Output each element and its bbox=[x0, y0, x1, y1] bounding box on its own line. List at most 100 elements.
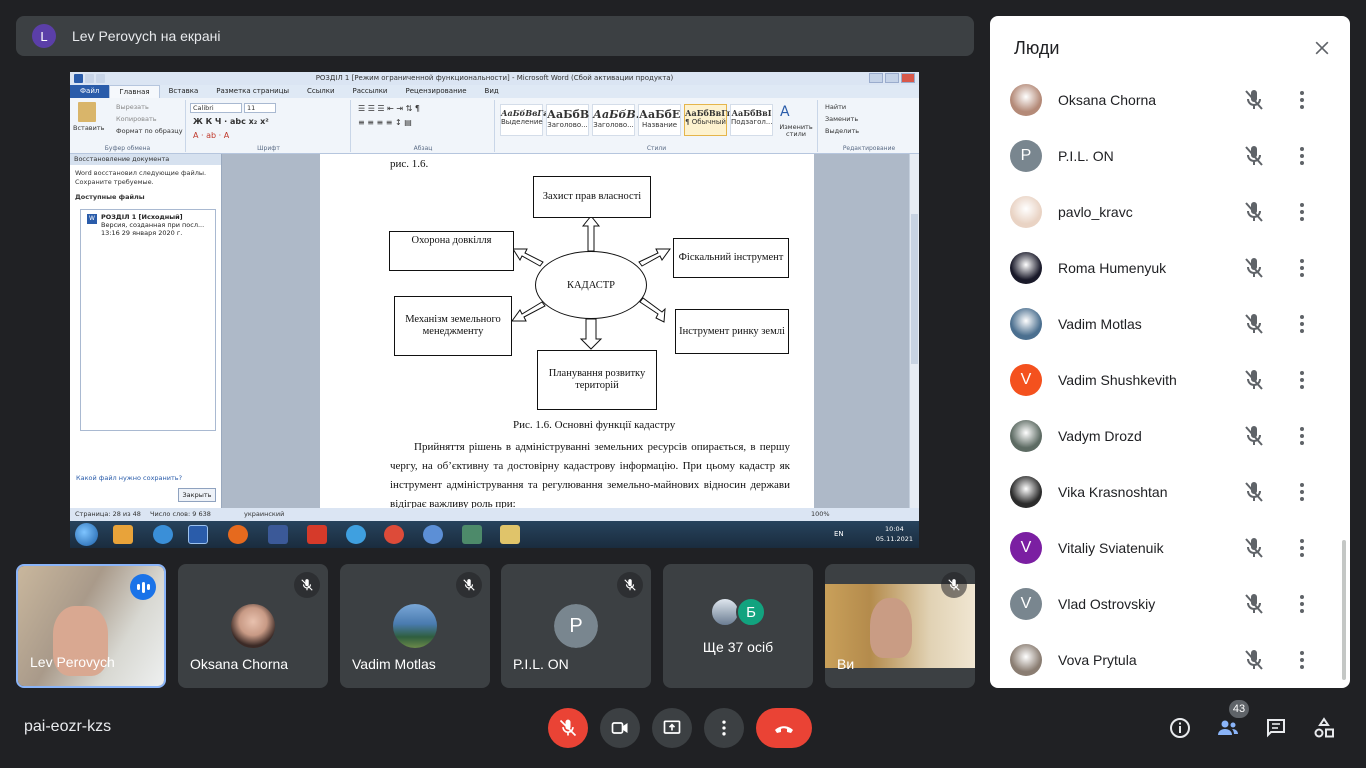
more-vert-icon[interactable] bbox=[1290, 592, 1314, 616]
participant-row[interactable]: Oksana Chorna bbox=[990, 72, 1350, 128]
participant-row[interactable]: P P.I.L. ON bbox=[990, 128, 1350, 184]
document-page: рис. 1.6. КАДАСТР Захист прав власності … bbox=[320, 154, 814, 510]
recovery-text: Word восстановил следующие файлы. Сохран… bbox=[75, 169, 207, 186]
mic-off-icon[interactable] bbox=[1242, 536, 1266, 560]
box-land-market: Інструмент ринку землі bbox=[675, 309, 789, 354]
mic-off-icon[interactable] bbox=[1242, 200, 1266, 224]
ribbon: Вставить Вырезать Копировать Формат по о… bbox=[70, 98, 919, 154]
more-vert-icon[interactable] bbox=[1290, 312, 1314, 336]
participant-row[interactable]: Vika Krasnoshtan bbox=[990, 464, 1350, 520]
more-vert-icon[interactable] bbox=[1290, 480, 1314, 504]
participant-name: Vadim Motlas bbox=[1058, 316, 1142, 332]
tile-name: P.I.L. ON bbox=[513, 656, 569, 672]
more-vert-icon[interactable] bbox=[1290, 648, 1314, 672]
participant-row[interactable]: Vadim Motlas bbox=[990, 296, 1350, 352]
mic-off-icon[interactable] bbox=[1242, 368, 1266, 392]
mic-off-icon[interactable] bbox=[1242, 144, 1266, 168]
chat-button[interactable] bbox=[1260, 712, 1292, 744]
more-vert-icon[interactable] bbox=[1290, 256, 1314, 280]
list-icons: ☰ ☰ ☰ ⇤ ⇥ ⇅ ¶ bbox=[358, 104, 420, 113]
font-size-box: 11 bbox=[244, 103, 276, 113]
avatar bbox=[1010, 84, 1042, 116]
tile-vadim-motlas[interactable]: Vadim Motlas bbox=[340, 564, 490, 688]
maximize-icon bbox=[885, 73, 899, 83]
participant-row[interactable]: Roma Humenyuk bbox=[990, 240, 1350, 296]
mic-off-icon[interactable] bbox=[1242, 256, 1266, 280]
more-vert-icon[interactable] bbox=[1290, 368, 1314, 392]
mic-off-icon[interactable] bbox=[1242, 312, 1266, 336]
mic-off-icon bbox=[617, 572, 643, 598]
tile-self[interactable]: Ви bbox=[825, 564, 975, 688]
firefox-icon bbox=[228, 525, 248, 544]
tile-name: Vadim Motlas bbox=[352, 656, 436, 672]
chrome-icon bbox=[384, 525, 404, 544]
folder-icon bbox=[500, 525, 520, 544]
panel-close-button[interactable] bbox=[1312, 38, 1332, 58]
activities-button[interactable] bbox=[1308, 712, 1340, 744]
mic-off-icon[interactable] bbox=[1242, 480, 1266, 504]
more-vert-icon[interactable] bbox=[1290, 200, 1314, 224]
info-icon bbox=[1170, 718, 1190, 738]
chromium-icon bbox=[423, 525, 443, 544]
participant-row[interactable]: V Vadim Shushkevith bbox=[990, 352, 1350, 408]
participant-name: P.I.L. ON bbox=[1058, 148, 1114, 164]
clock-date: 05.11.2021 bbox=[875, 535, 913, 543]
participant-row[interactable]: Vova Prytula bbox=[990, 632, 1350, 688]
meeting-details-button[interactable] bbox=[1164, 712, 1196, 744]
close-icon bbox=[901, 73, 915, 83]
leave-call-button[interactable] bbox=[756, 708, 812, 748]
tab-layout: Разметка страницы bbox=[216, 87, 289, 95]
status-zoom: 100% bbox=[811, 510, 830, 518]
arrow-down bbox=[579, 318, 603, 350]
more-vert-icon[interactable] bbox=[1290, 144, 1314, 168]
shared-screen: РОЗДІЛ 1 [Режим ограниченной функциональ… bbox=[70, 72, 919, 548]
more-options-button[interactable] bbox=[704, 708, 744, 748]
mic-off-icon[interactable] bbox=[1242, 88, 1266, 112]
participant-name: Vadim Shushkevith bbox=[1058, 372, 1177, 388]
tile-oksana-chorna[interactable]: Oksana Chorna bbox=[178, 564, 328, 688]
box-environment: Охорона довкілля bbox=[389, 231, 514, 271]
speaking-indicator-icon bbox=[130, 574, 156, 600]
arrow-up bbox=[581, 215, 601, 252]
avatar bbox=[1010, 196, 1042, 228]
avatar bbox=[1010, 420, 1042, 452]
tile-pil-on[interactable]: P P.I.L. ON bbox=[501, 564, 651, 688]
paste-label: Вставить bbox=[73, 124, 105, 132]
participant-name: Roma Humenyuk bbox=[1058, 260, 1167, 276]
camera-toggle-button[interactable] bbox=[600, 708, 640, 748]
more-vert-icon[interactable] bbox=[1290, 424, 1314, 448]
tile-more-people[interactable]: Б Ще 37 осіб bbox=[663, 564, 813, 688]
presenter-avatar: L bbox=[32, 24, 56, 48]
participant-row[interactable]: V Vlad Ostrovskiy bbox=[990, 576, 1350, 632]
keyboard-language: EN bbox=[834, 530, 844, 538]
present-button[interactable] bbox=[652, 708, 692, 748]
more-vert-icon[interactable] bbox=[1290, 536, 1314, 560]
copy-label: Копировать bbox=[116, 115, 157, 123]
panel-title: Люди bbox=[1014, 38, 1060, 58]
recovery-file-date: 13:16 29 января 2020 г. bbox=[101, 229, 183, 237]
style-heading1: АаБбВ Заголово... bbox=[546, 104, 589, 136]
media-icon bbox=[113, 525, 133, 544]
mic-off-icon[interactable] bbox=[1242, 424, 1266, 448]
ribbon-tabs: Файл Главная Вставка Разметка страницы С… bbox=[70, 85, 919, 98]
participant-name: Vitaliy Sviatenuik bbox=[1058, 540, 1164, 556]
word-file-icon: W bbox=[87, 214, 97, 224]
avatar-letter: Б bbox=[736, 597, 766, 627]
mic-off-icon[interactable] bbox=[1242, 648, 1266, 672]
search-icon bbox=[153, 525, 173, 544]
status-page: Страница: 28 из 48 bbox=[75, 510, 141, 518]
paste-icon bbox=[78, 102, 96, 122]
participant-row[interactable]: V Vitaliy Sviatenuik bbox=[990, 520, 1350, 576]
mic-off-icon[interactable] bbox=[1242, 592, 1266, 616]
tile-lev-perovych[interactable]: Lev Perovych bbox=[16, 564, 166, 688]
participants-count-badge: 43 bbox=[1229, 700, 1249, 718]
participant-row[interactable]: pavlo_kravc bbox=[990, 184, 1350, 240]
find-label: Найти bbox=[825, 103, 847, 111]
more-vert-icon[interactable] bbox=[1290, 88, 1314, 112]
panel-scrollbar[interactable] bbox=[1342, 540, 1346, 680]
participant-row[interactable]: Vadym Drozd bbox=[990, 408, 1350, 464]
word-statusbar: Страница: 28 из 48 Число слов: 9 638 укр… bbox=[70, 508, 919, 521]
document-area: Восстановление документа Word восстанови… bbox=[70, 154, 919, 510]
mic-toggle-button[interactable] bbox=[548, 708, 588, 748]
recovery-pane: Восстановление документа Word восстанови… bbox=[70, 154, 222, 508]
